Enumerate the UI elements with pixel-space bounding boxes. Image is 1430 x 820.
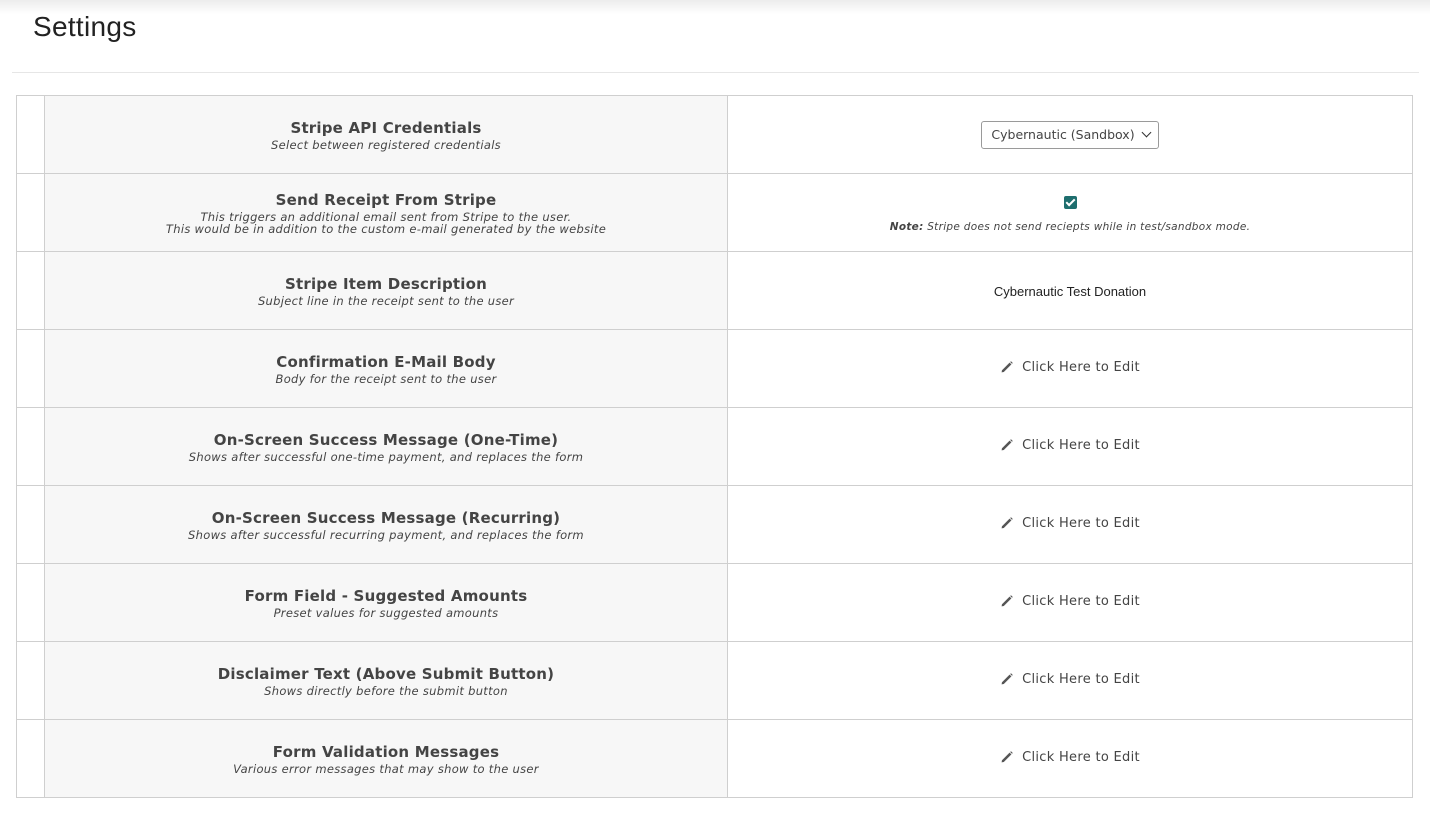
setting-description-line: Shows after successful one-time payment,…: [188, 449, 584, 464]
setting-row: Disclaimer Text (Above Submit Button) Sho…: [16, 641, 1413, 720]
row-drag-gutter: [16, 95, 45, 174]
page-title: Settings: [33, 11, 137, 42]
setting-description: Shows after successful one-time payment,…: [45, 451, 727, 463]
setting-name: Form Field - Suggested Amounts: [244, 586, 528, 605]
setting-value-cell: Click Here to Edit: [727, 329, 1413, 408]
row-drag-gutter: [16, 329, 45, 408]
row-drag-gutter: [16, 563, 45, 642]
setting-label-cell: Form Field - Suggested Amounts Preset val…: [44, 563, 728, 642]
setting-value-cell: Click Here to Edit: [727, 563, 1413, 642]
title-divider: [12, 72, 1419, 73]
settings-table-body: Stripe API Credentials Select between reg…: [16, 95, 1413, 798]
setting-label-cell: Send Receipt From Stripe This triggers an…: [44, 173, 728, 252]
settings-page: Settings Stripe API Credentials Select be…: [0, 0, 1430, 820]
pencil-icon: [1000, 516, 1014, 530]
top-shadow: [0, 0, 1430, 14]
edit-link-label: Click Here to Edit: [1022, 437, 1140, 453]
setting-description: Shows directly before the submit button: [45, 685, 727, 697]
pencil-icon: [1000, 438, 1014, 452]
row-drag-gutter: [16, 407, 45, 486]
setting-value-cell: Cybernautic Test Donation: [727, 251, 1413, 330]
row-drag-gutter: [16, 251, 45, 330]
setting-name: Form Validation Messages: [272, 742, 500, 761]
setting-row: Confirmation E-Mail Body Body for the rec…: [16, 329, 1413, 408]
setting-description: Select between registered credentials: [45, 139, 727, 151]
setting-row: Stripe Item Description Subject line in t…: [16, 251, 1413, 330]
setting-name: On-Screen Success Message (Recurring): [211, 508, 561, 527]
setting-description: Shows after successful recurring payment…: [45, 529, 727, 541]
setting-name: Confirmation E-Mail Body: [276, 352, 496, 371]
setting-description-line: Preset values for suggested amounts: [273, 605, 499, 620]
setting-name: Stripe API Credentials: [290, 118, 482, 137]
setting-row: On-Screen Success Message (One-Time) Show…: [16, 407, 1413, 486]
setting-description: Body for the receipt sent to the user: [45, 373, 727, 385]
setting-description-line: Shows directly before the submit button: [264, 683, 508, 698]
setting-description-line: Select between registered credentials: [271, 137, 501, 152]
settings-table: Stripe API Credentials Select between reg…: [16, 95, 1413, 798]
setting-label-cell: On-Screen Success Message (Recurring) Sho…: [44, 485, 728, 564]
credentials-select[interactable]: Cybernautic (Sandbox): [981, 120, 1159, 149]
setting-name: On-Screen Success Message (One-Time): [213, 430, 559, 449]
setting-name: Stripe Item Description: [284, 274, 488, 293]
row-drag-gutter: [16, 641, 45, 720]
setting-description: Preset values for suggested amounts: [45, 607, 727, 619]
note-label: Note:: [889, 221, 924, 233]
pencil-icon: [1000, 672, 1014, 686]
setting-description: Various error messages that may show to …: [45, 763, 727, 775]
setting-description-line: Shows after successful recurring payment…: [188, 527, 584, 542]
row-drag-gutter: [16, 485, 45, 564]
pencil-icon: [1000, 750, 1014, 764]
setting-value-cell: Click Here to Edit: [727, 407, 1413, 486]
setting-label-cell: Stripe API Credentials Select between reg…: [44, 95, 728, 174]
stripe-note: Note: Stripe does not send reciepts whil…: [728, 221, 1412, 233]
setting-description-line: Subject line in the receipt sent to the …: [257, 293, 515, 308]
edit-link-label: Click Here to Edit: [1022, 359, 1140, 375]
setting-value-cell: Click Here to Edit: [727, 719, 1413, 798]
setting-value-cell: Click Here to Edit: [727, 485, 1413, 564]
setting-label-cell: Disclaimer Text (Above Submit Button) Sho…: [44, 641, 728, 720]
setting-row: On-Screen Success Message (Recurring) Sho…: [16, 485, 1413, 564]
setting-value-cell: Cybernautic (Sandbox): [727, 95, 1413, 174]
row-drag-gutter: [16, 719, 45, 798]
setting-name: Send Receipt From Stripe: [275, 190, 497, 209]
setting-description-line: Various error messages that may show to …: [233, 761, 539, 776]
pencil-icon: [1000, 360, 1014, 374]
setting-description-line: This would be in addition to the custom …: [165, 221, 607, 236]
setting-label-cell: Confirmation E-Mail Body Body for the rec…: [44, 329, 728, 408]
item-description-value[interactable]: Cybernautic Test Donation: [994, 284, 1146, 299]
setting-value-cell: Click Here to Edit: [727, 641, 1413, 720]
setting-label-cell: Stripe Item Description Subject line in t…: [44, 251, 728, 330]
credentials-select-value: Cybernautic (Sandbox): [991, 127, 1135, 142]
edit-link[interactable]: Click Here to Edit: [1000, 750, 1140, 765]
edit-link[interactable]: Click Here to Edit: [1000, 594, 1140, 609]
setting-name: Disclaimer Text (Above Submit Button): [217, 664, 555, 683]
setting-row: Stripe API Credentials Select between reg…: [16, 95, 1413, 174]
setting-row: Form Validation Messages Various error me…: [16, 719, 1413, 798]
setting-description: This triggers an additional email sent f…: [45, 211, 727, 235]
chevron-down-icon: [1141, 127, 1152, 138]
edit-link-label: Click Here to Edit: [1022, 593, 1140, 609]
pencil-icon: [1000, 594, 1014, 608]
edit-link-label: Click Here to Edit: [1022, 749, 1140, 765]
send-receipt-checkbox[interactable]: [1063, 196, 1077, 209]
setting-row: Send Receipt From Stripe This triggers an…: [16, 173, 1413, 252]
edit-link-label: Click Here to Edit: [1022, 515, 1140, 531]
setting-value-cell: Note: Stripe does not send reciepts whil…: [727, 173, 1413, 252]
setting-label-cell: Form Validation Messages Various error me…: [44, 719, 728, 798]
edit-link-label: Click Here to Edit: [1022, 671, 1140, 687]
setting-label-cell: On-Screen Success Message (One-Time) Show…: [44, 407, 728, 486]
setting-description-line: Body for the receipt sent to the user: [275, 371, 497, 386]
edit-link[interactable]: Click Here to Edit: [1000, 438, 1140, 453]
edit-link[interactable]: Click Here to Edit: [1000, 516, 1140, 531]
setting-description-line: This triggers an additional email sent f…: [200, 209, 572, 224]
edit-link[interactable]: Click Here to Edit: [1000, 360, 1140, 375]
row-drag-gutter: [16, 173, 45, 252]
setting-row: Form Field - Suggested Amounts Preset val…: [16, 563, 1413, 642]
edit-link[interactable]: Click Here to Edit: [1000, 672, 1140, 687]
note-text: Stripe does not send reciepts while in t…: [923, 221, 1251, 233]
setting-description: Subject line in the receipt sent to the …: [45, 295, 727, 307]
